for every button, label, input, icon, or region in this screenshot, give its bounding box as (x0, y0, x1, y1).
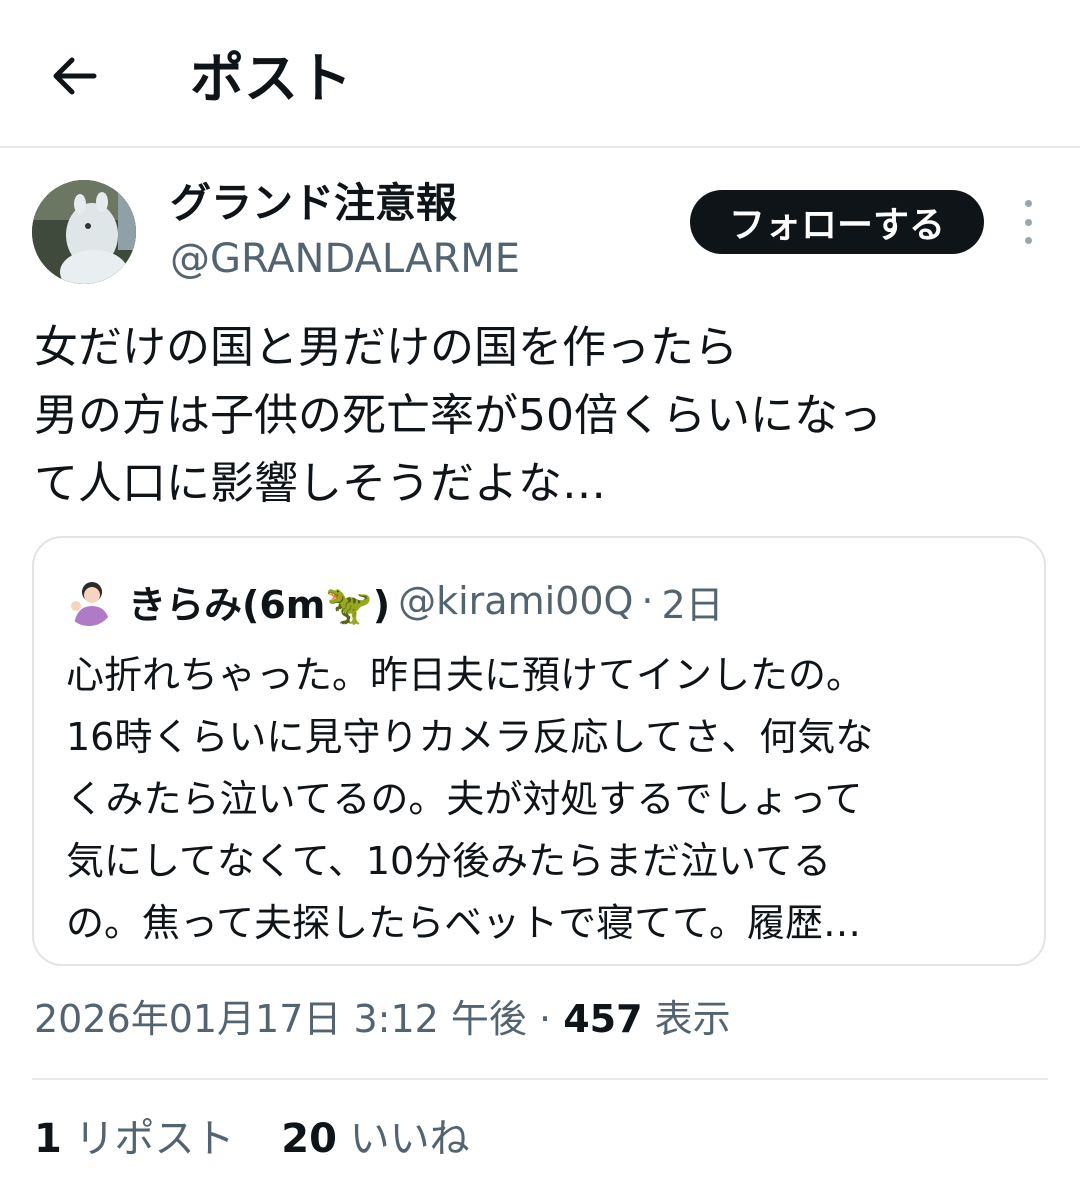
post-text-line: 女だけの国と男だけの国を作ったら (34, 322, 738, 373)
engagement-stats: 1 リポスト 20 いいね (34, 1110, 504, 1168)
post-text-line: て人口に影響しそうだよな… (34, 458, 606, 509)
quoted-text-line: 心折れちゃった。昨日夫に預けてインしたの。 (66, 653, 865, 697)
likes-label: いいね (349, 1116, 470, 1162)
quoted-post-card[interactable]: きらみ(6m🦖) @kirami00Q · 2日 心折れちゃった。昨日夫に預けて… (32, 536, 1046, 966)
likes-count: 20 (281, 1116, 337, 1162)
quoted-separator: · (641, 579, 654, 623)
avatar[interactable] (32, 180, 136, 284)
quoted-text-line: 16時くらいに見守りカメラ反応してさ、何気な (66, 715, 874, 759)
views-label: 表示 (654, 997, 731, 1041)
back-button[interactable] (44, 46, 104, 106)
avatar-image (32, 180, 136, 284)
page-title: ポスト (190, 47, 352, 110)
likes-stat[interactable]: 20 いいね (281, 1116, 469, 1162)
author-display-name[interactable]: グランド注意報 (170, 176, 457, 230)
quoted-avatar (64, 576, 114, 626)
post-text: 女だけの国と男だけの国を作ったら 男の方は子供の死亡率が50倍くらいになっ て人… (34, 314, 1044, 518)
quoted-text-line: くみたら泣いてるの。夫が対処するでしょって (66, 777, 863, 821)
author-row: グランド注意報 @GRANDALARME フォローする (0, 146, 1080, 296)
quoted-text-line: 気にしてなくて、10分後みたらまだ泣いてる (66, 839, 832, 883)
quoted-text-line: の。焦って夫探したらベットで寝てて。履歴… (66, 901, 861, 945)
quoted-timestamp: 2日 (661, 582, 724, 627)
post-text-line: 男の方は子供の死亡率が50倍くらいになっ (34, 390, 882, 441)
reposts-label: リポスト (74, 1116, 235, 1162)
post-metadata: 2026年01月17日 3:12 午後 · 457 表示 (34, 990, 731, 1048)
post-datetime[interactable]: 2026年01月17日 3:12 午後 (34, 997, 527, 1041)
follow-button[interactable]: フォローする (690, 190, 984, 254)
views-count: 457 (563, 997, 643, 1041)
quoted-post-header: きらみ(6m🦖) @kirami00Q · 2日 (64, 574, 724, 628)
more-vertical-icon (1024, 200, 1032, 207)
top-bar: ポスト (0, 0, 1080, 148)
arrow-left-icon (53, 57, 97, 95)
meta-separator: · (539, 997, 552, 1041)
more-options-button[interactable] (1008, 200, 1048, 244)
quoted-display-name: きらみ(6m🦖) (128, 582, 391, 627)
quoted-handle: @kirami00Q (398, 579, 634, 623)
quoted-post-text: 心折れちゃった。昨日夫に預けてインしたの。 16時くらいに見守りカメラ反応してさ… (66, 644, 1026, 954)
author-handle[interactable]: @GRANDALARME (170, 232, 520, 286)
reposts-stat[interactable]: 1 リポスト (34, 1116, 235, 1162)
divider (32, 1078, 1048, 1080)
reposts-count: 1 (34, 1116, 62, 1162)
